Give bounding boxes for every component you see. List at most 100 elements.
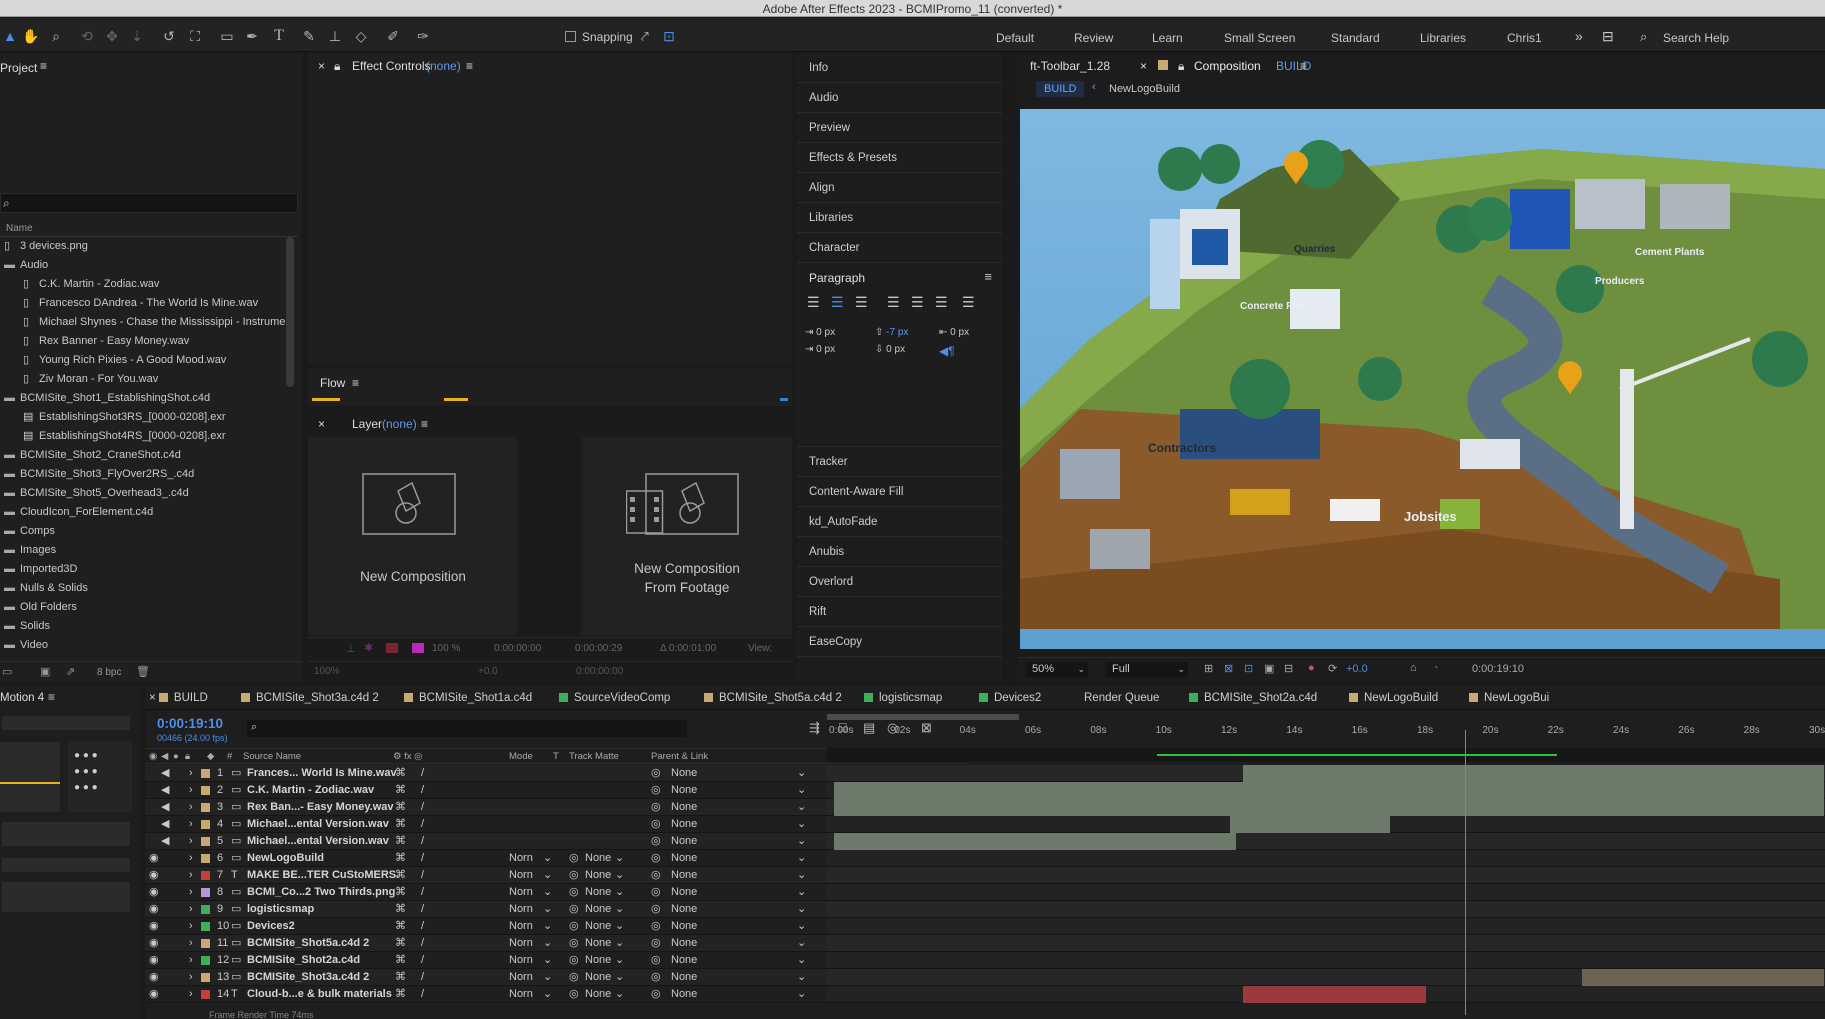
blend-mode-dropdown[interactable]: Norn — [509, 935, 533, 952]
motion-curve-box[interactable] — [0, 742, 60, 812]
quality-switch-icon[interactable]: / — [421, 901, 424, 918]
guides-icon[interactable]: ⊟ — [1284, 662, 1293, 675]
project-item[interactable]: ▯ Rex Banner - Easy Money.wav — [0, 332, 290, 351]
pen-tool-icon[interactable]: ✒ — [243, 27, 261, 45]
layer-name[interactable]: C.K. Martin - Zodiac.wav — [247, 782, 374, 799]
label-color-swatch[interactable] — [201, 922, 210, 931]
project-item[interactable]: ▬ Audio — [0, 256, 290, 275]
project-item[interactable]: ▬ BCMISite_Shot1_EstablishingShot.c4d — [0, 389, 290, 408]
shy-switch-icon[interactable]: ⌘ — [395, 901, 406, 918]
breadcrumb-newlogobuild[interactable]: NewLogoBuild — [1109, 83, 1180, 95]
video-visibility-icon[interactable]: ◉ — [149, 969, 159, 986]
parent-pick-whip-icon[interactable]: ◎ — [651, 765, 661, 782]
layer-name[interactable]: Michael...ental Version.wav — [247, 833, 389, 850]
expand-layer-icon[interactable]: › — [189, 969, 193, 986]
parent-pick-whip-icon[interactable]: ◎ — [651, 833, 661, 850]
dolly-tool-icon[interactable]: ⇣ — [128, 27, 146, 45]
panel-tab-rift[interactable]: Rift — [797, 597, 1002, 627]
parent-header[interactable]: Parent & Link — [651, 751, 708, 762]
track-matte-dropdown[interactable]: None — [585, 867, 611, 884]
layer-name[interactable]: Frances... World Is Mine.wav — [247, 765, 397, 782]
resolution-dropdown[interactable]: Full ⌄ — [1106, 662, 1188, 677]
layer-duration-bar[interactable] — [1242, 765, 1825, 782]
comp-flowchart-icon[interactable]: ⇶ — [809, 720, 820, 736]
reset-exposure-icon[interactable]: ⟳ — [1328, 662, 1337, 675]
layer-name[interactable]: Michael...ental Version.wav — [247, 816, 389, 833]
label-color-swatch[interactable] — [201, 854, 210, 863]
panel-menu-icon[interactable]: ≡ — [352, 376, 359, 390]
parent-pick-whip-icon[interactable]: ◎ — [651, 884, 661, 901]
blend-mode-dropdown[interactable]: Norn — [509, 969, 533, 986]
workspace-review[interactable]: Review — [1074, 31, 1113, 45]
expand-layer-icon[interactable]: › — [189, 952, 193, 969]
panel-tab-character[interactable]: Character — [797, 233, 1002, 263]
quality-switch-icon[interactable]: / — [421, 986, 424, 1003]
parent-dropdown[interactable]: None — [671, 901, 697, 918]
current-time-readout[interactable]: 0:00:19:10 — [1472, 663, 1524, 675]
layer-color-swatch[interactable] — [386, 643, 398, 653]
quality-switch-icon[interactable]: / — [421, 799, 424, 816]
parent-pick-whip-icon[interactable]: ◎ — [651, 918, 661, 935]
timeline-tab[interactable]: BCMISite_Shot5a.c4d 2 — [704, 692, 842, 704]
search-icon[interactable]: ⌕ — [1640, 29, 1647, 45]
space-after-field[interactable]: ⇩ 0 px — [875, 344, 905, 355]
source-name-header[interactable]: Source Name — [243, 751, 301, 762]
layer-name[interactable]: Devices2 — [247, 918, 295, 935]
interpret-footage-icon[interactable]: ▭ — [2, 665, 12, 678]
solo-switch-icon[interactable]: ● — [173, 751, 179, 762]
new-comp-icon[interactable]: ⇗ — [66, 665, 75, 678]
panel-menu-icon[interactable]: ≡ — [1300, 59, 1307, 73]
project-item[interactable]: ▯ C.K. Martin - Zodiac.wav — [0, 275, 290, 294]
timeline-tab[interactable]: logisticsmap — [864, 692, 942, 704]
expand-layer-icon[interactable]: › — [189, 867, 193, 884]
new-folder-icon[interactable]: ▣ — [40, 665, 50, 678]
project-item[interactable]: ▬ Comps — [0, 522, 290, 541]
panel-tab-content-aware-fill[interactable]: Content-Aware Fill — [797, 477, 1002, 507]
quality-switch-icon[interactable]: / — [421, 816, 424, 833]
playhead[interactable] — [1465, 730, 1467, 1015]
work-area-bar[interactable] — [827, 714, 1019, 720]
quality-switch-icon[interactable]: / — [421, 935, 424, 952]
snap-magnet-icon[interactable]: ⤤ — [636, 27, 654, 45]
workspace-small-screen[interactable]: Small Screen — [1224, 31, 1295, 45]
expand-layer-icon[interactable]: › — [189, 918, 193, 935]
expand-layer-icon[interactable]: › — [189, 884, 193, 901]
matte-link-icon[interactable]: ◎ — [569, 986, 579, 1003]
composition-tab-label[interactable]: Composition — [1194, 59, 1261, 73]
tab-ft-toolbar[interactable]: ft-Toolbar_1.28 — [1030, 59, 1110, 73]
workspace-libraries[interactable]: Libraries — [1420, 31, 1466, 45]
indent-left-field[interactable]: ⇥ 0 px — [805, 327, 835, 338]
close-icon[interactable]: × — [318, 417, 325, 431]
quality-switch-icon[interactable]: / — [421, 782, 424, 799]
layer-name[interactable]: Cloud-b...e & bulk materials — [247, 986, 392, 1003]
puppet-pin-tool-icon[interactable]: ✑ — [414, 27, 432, 45]
track-matte-dropdown[interactable]: None — [585, 918, 611, 935]
blend-mode-dropdown[interactable]: Norn — [509, 850, 533, 867]
layer-magenta-swatch[interactable] — [412, 643, 424, 653]
blend-mode-dropdown[interactable]: Norn — [509, 952, 533, 969]
close-icon[interactable]: × — [1140, 59, 1147, 73]
parent-pick-whip-icon[interactable]: ◎ — [651, 782, 661, 799]
video-visibility-icon[interactable]: ◉ — [149, 918, 159, 935]
shy-switch-icon[interactable]: ⌘ — [395, 782, 406, 799]
layer-name[interactable]: MAKE BE...TER CuStoMERS. — [247, 867, 399, 884]
panel-menu-icon[interactable]: ≡ — [984, 269, 992, 284]
parent-dropdown[interactable]: None — [671, 969, 697, 986]
track-matte-dropdown[interactable]: None — [585, 901, 611, 918]
new-composition-button[interactable]: New Composition — [308, 437, 518, 635]
matte-link-icon[interactable]: ◎ — [569, 850, 579, 867]
project-item[interactable]: ▤ EstablishingShot3RS_[0000-0208].exr — [0, 408, 290, 427]
brush-tool-icon[interactable]: ✎ — [300, 27, 318, 45]
timeline-tab[interactable]: NewLogoBui — [1469, 692, 1549, 704]
panel-tab-audio[interactable]: Audio — [797, 83, 1002, 113]
project-item[interactable]: ▯ Francesco DAndrea - The World Is Mine.w… — [0, 294, 290, 313]
project-item[interactable]: ▬ CloudIcon_ForElement.c4d — [0, 503, 290, 522]
layer-title[interactable]: Layer — [352, 417, 382, 431]
quality-switch-icon[interactable]: / — [421, 884, 424, 901]
blend-mode-dropdown[interactable]: Norn — [509, 867, 533, 884]
bit-depth-button[interactable]: 8 bpc — [97, 667, 121, 678]
layer-name[interactable]: BCMI_Co...2 Two Thirds.png — [247, 884, 395, 901]
timeline-tab[interactable]: × BUILD — [149, 692, 208, 704]
quality-switch-icon[interactable]: / — [421, 833, 424, 850]
flow-title[interactable]: Flow — [320, 376, 345, 390]
